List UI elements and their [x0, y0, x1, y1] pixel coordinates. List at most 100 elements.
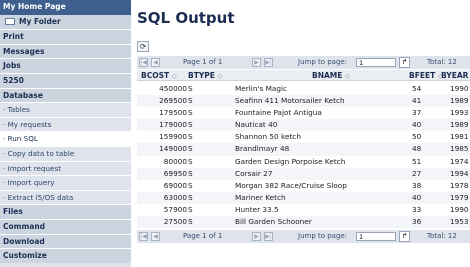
table-body: 450000 S Merlin's Magic 54 1990 269500 S Seafin… — [137, 83, 470, 229]
sidebar-item[interactable]: Customize — [0, 248, 131, 263]
sidebar-item[interactable]: · Tables — [0, 102, 131, 117]
jump-to-page-label: Jump to page: — [298, 232, 348, 240]
next-page-icon[interactable]: ▶ — [252, 58, 261, 67]
sidebar-item[interactable]: · Run SQL — [0, 131, 131, 146]
sidebar-menu: Print Messages Jobs 5250 Database · Tables · M… — [0, 29, 131, 263]
cell-bfeet: 54 — [412, 84, 422, 93]
sidebar-item[interactable]: · Copy data to table — [0, 145, 131, 161]
cell-byear: 1979 — [450, 192, 469, 202]
table-row: 450000 S Merlin's Magic 54 1990 — [137, 83, 470, 95]
cell-bfeet: 38 — [412, 180, 422, 190]
cell-bfeet: 37 — [412, 108, 422, 118]
cell-btype: S — [188, 144, 193, 154]
cell-btype: S — [188, 217, 193, 227]
pager-bottom: |◀ ◀ Page 1 of 1 ▶ ▶| Jump to page: ↱ To… — [137, 230, 470, 243]
cell-bfeet: 27 — [412, 168, 422, 178]
cell-btype: S — [188, 108, 193, 118]
cell-bname: Garden Design Porpoise Ketch — [235, 156, 346, 166]
previous-page-icon[interactable]: ◀ — [151, 58, 160, 67]
sidebar-item[interactable]: 5250 — [0, 72, 131, 88]
sidebar-item[interactable]: Print — [0, 29, 131, 44]
cell-bfeet: 40 — [412, 192, 422, 202]
go-icon[interactable]: ↱ — [399, 57, 410, 68]
cell-bfeet: 48 — [412, 144, 422, 154]
cell-byear: 1978 — [450, 180, 469, 190]
cell-bcost: 69950 — [163, 168, 187, 178]
cell-bcost: 69000 — [163, 180, 187, 190]
cell-bcost: 450000 — [159, 84, 187, 93]
main-content: SQL Output ⟳ |◀ ◀ Page 1 of 1 ▶ ▶| Jump … — [137, 0, 470, 267]
column-header-bcost[interactable]: BCOST ◇ — [141, 70, 177, 82]
sort-icon: ◇ — [345, 72, 351, 80]
sidebar-my-folder[interactable]: My Folder — [0, 14, 131, 30]
sidebar-item[interactable]: Download — [0, 233, 131, 249]
table-row: 179500 S Fountaine Pajot Antigua 37 1993 — [137, 107, 470, 119]
first-page-icon[interactable]: |◀ — [139, 232, 148, 241]
sidebar-item[interactable]: Jobs — [0, 58, 131, 73]
cell-bfeet: 33 — [412, 204, 422, 214]
cell-bname: Seafinn 411 Motorsailer Ketch — [235, 96, 345, 106]
cell-bcost: 27500 — [163, 217, 187, 227]
sort-icon: ◇ — [171, 72, 177, 80]
table-row: 69000 S Morgan 382 Race/Cruise Sloop 38 1978 — [137, 180, 470, 192]
sort-icon: ◇ — [217, 72, 223, 80]
cell-bcost: 179000 — [159, 120, 187, 130]
cell-btype: S — [188, 120, 193, 130]
cell-bname: Fountaine Pajot Antigua — [235, 108, 322, 118]
table-row: 80000 S Garden Design Porpoise Ketch 51 1974 — [137, 156, 470, 168]
cell-byear: 1994 — [450, 168, 469, 178]
table-row: 149000 S Brandlmayr 48 48 1985 — [137, 143, 470, 156]
table-row: 269500 S Seafinn 411 Motorsailer Ketch 41 19… — [137, 95, 470, 108]
cell-bfeet: 40 — [412, 120, 422, 130]
jump-to-page-input[interactable] — [356, 58, 396, 67]
sidebar-item[interactable]: Database — [0, 87, 131, 103]
cell-byear: 1981 — [450, 132, 469, 142]
sidebar-item[interactable]: Messages — [0, 43, 131, 59]
sidebar-item[interactable]: Command — [0, 218, 131, 234]
cell-bname: Brandlmayr 48 — [235, 144, 290, 154]
sidebar-item[interactable]: · Import query — [0, 175, 131, 190]
table-row: 63000 S Mariner Ketch 40 1979 — [137, 191, 470, 204]
previous-page-icon[interactable]: ◀ — [151, 232, 160, 241]
cell-byear: 1974 — [450, 156, 469, 166]
cell-bfeet: 41 — [412, 96, 422, 106]
cell-bname: Merlin's Magic — [235, 84, 288, 93]
jump-to-page-input[interactable] — [356, 232, 396, 241]
go-icon[interactable]: ↱ — [399, 231, 410, 242]
cell-bcost: 179500 — [159, 108, 187, 118]
cell-bname: Shannon 50 ketch — [235, 132, 301, 142]
cell-bcost: 269500 — [159, 96, 187, 106]
cell-byear: 1993 — [450, 108, 469, 118]
cell-btype: S — [188, 180, 193, 190]
next-page-icon[interactable]: ▶ — [252, 232, 261, 241]
column-header-byear[interactable]: BYEAR ◇ — [441, 70, 470, 82]
cell-byear: 1953 — [450, 217, 469, 227]
cell-bfeet: 50 — [412, 132, 422, 142]
cell-btype: S — [188, 84, 193, 93]
last-page-icon[interactable]: ▶| — [264, 58, 273, 67]
cell-byear: 1989 — [450, 120, 469, 130]
cell-btype: S — [188, 192, 193, 202]
folder-icon — [5, 17, 15, 25]
table-row: 159900 S Shannon 50 ketch 50 1981 — [137, 131, 470, 143]
page-indicator: Page 1 of 1 — [183, 58, 223, 66]
table-row: 69950 S Corsair 27 27 1994 — [137, 167, 470, 180]
last-page-icon[interactable]: ▶| — [264, 232, 273, 241]
column-header-bfeet[interactable]: BFEET ◇ — [409, 70, 443, 82]
table-header: BCOST ◇ BTYPE ◇ BNAME ◇ BFEET ◇ BYEAR ◇ — [137, 70, 470, 81]
sidebar-item[interactable]: · Extract i5/OS data — [0, 189, 131, 205]
sidebar-item[interactable]: · My requests — [0, 116, 131, 132]
column-header-btype[interactable]: BTYPE ◇ — [188, 70, 223, 82]
cell-bcost: 63000 — [163, 192, 187, 202]
cell-byear: 1990 — [450, 84, 469, 93]
cell-btype: S — [188, 156, 193, 166]
column-header-bname[interactable]: BNAME ◇ — [312, 70, 350, 82]
refresh-icon[interactable]: ⟳ — [137, 41, 149, 52]
cell-bcost: 57900 — [163, 204, 187, 214]
first-page-icon[interactable]: |◀ — [139, 58, 148, 67]
sidebar-item[interactable]: Files — [0, 204, 131, 219]
sidebar-item[interactable]: · Import request — [0, 160, 131, 176]
page-indicator: Page 1 of 1 — [183, 232, 223, 240]
jump-to-page-label: Jump to page: — [298, 58, 348, 66]
sidebar-home-link[interactable]: My Home Page — [0, 0, 131, 15]
